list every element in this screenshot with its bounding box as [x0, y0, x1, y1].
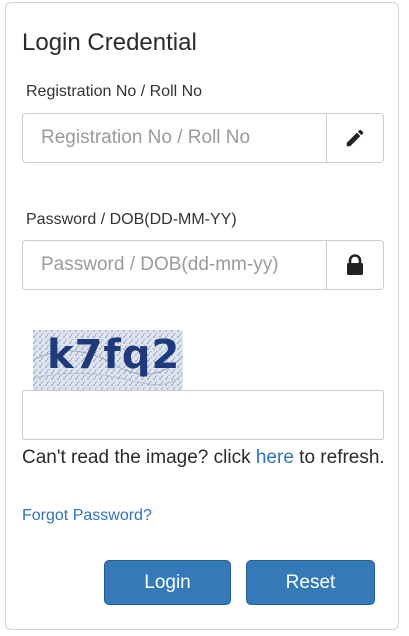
- registration-label: Registration No / Roll No: [26, 83, 203, 100]
- lock-icon: [347, 254, 363, 275]
- login-panel: Login Credential Registration No / Roll …: [5, 2, 399, 630]
- password-input[interactable]: [22, 240, 326, 290]
- captcha-image: k7fq2: [33, 330, 183, 390]
- registration-addon: [326, 113, 384, 163]
- refresh-link[interactable]: here: [256, 447, 294, 468]
- password-label: Password / DOB(DD-MM-YY): [26, 211, 237, 228]
- login-button[interactable]: Login: [104, 560, 231, 605]
- refresh-suffix: to refresh.: [293, 447, 385, 468]
- page-title: Login Credential: [22, 29, 197, 56]
- refresh-prefix: Can't read the image? click: [22, 447, 256, 468]
- registration-input[interactable]: [22, 113, 326, 163]
- reset-button[interactable]: Reset: [246, 560, 375, 605]
- pencil-icon: [346, 129, 364, 147]
- captcha-input[interactable]: [22, 390, 384, 440]
- password-addon: [326, 240, 384, 290]
- password-input-group: [22, 240, 384, 290]
- registration-input-group: [22, 113, 384, 163]
- captcha-text: k7fq2: [47, 332, 181, 378]
- forgot-password-link[interactable]: Forgot Password?: [22, 507, 152, 525]
- refresh-hint: Can't read the image? click here to refr…: [22, 443, 387, 473]
